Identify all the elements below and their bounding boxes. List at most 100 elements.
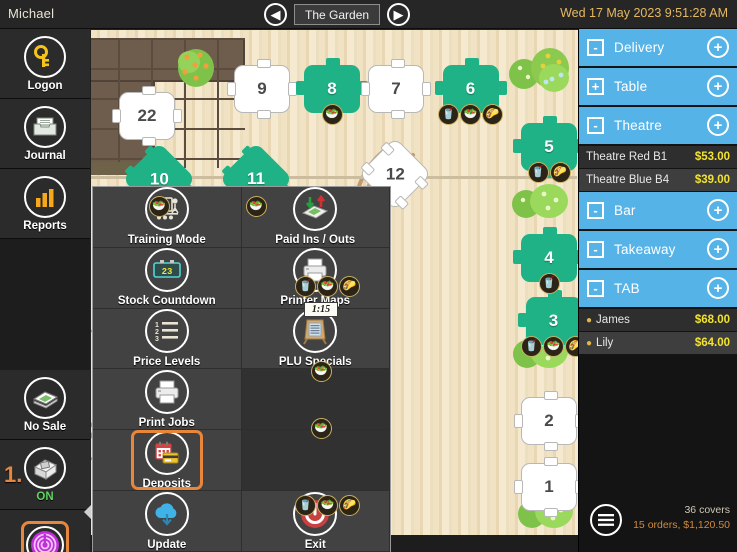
- plant-icon: [509, 48, 569, 92]
- table-number: 4: [544, 248, 554, 267]
- order-group-label: Takeaway: [614, 242, 676, 257]
- sidebar-item-label: ON: [36, 490, 54, 503]
- floor-table[interactable]: 8 🥗: [296, 58, 368, 125]
- table-chair: [414, 175, 429, 191]
- arrow-right-icon[interactable]: ▶: [387, 3, 411, 26]
- plate-meal-icon: 🌮: [339, 495, 360, 516]
- popup-item-update[interactable]: Update: [93, 491, 242, 552]
- expand-icon[interactable]: +: [587, 78, 604, 95]
- table-order-plates: 🥤 🌮: [527, 162, 571, 183]
- sidebar-item-label: Journal: [24, 149, 66, 162]
- sidebar-item-label: No Sale: [23, 420, 67, 433]
- add-order-button[interactable]: +: [707, 75, 729, 97]
- order-group-bar[interactable]: - Bar +: [579, 192, 737, 229]
- table-number: 2: [544, 411, 554, 430]
- collapse-icon[interactable]: -: [587, 280, 604, 297]
- current-area-label[interactable]: The Garden: [294, 4, 381, 25]
- order-group-delivery[interactable]: - Delivery +: [579, 29, 737, 66]
- order-group-tab[interactable]: - TAB +: [579, 270, 737, 307]
- order-row[interactable]: Theatre Red B1 $53.00: [579, 146, 737, 168]
- plant-icon: [512, 184, 568, 218]
- svg-text:23: 23: [161, 267, 172, 277]
- order-amount: $64.00: [694, 337, 730, 349]
- add-order-button[interactable]: +: [707, 114, 729, 136]
- table-chair: [497, 81, 507, 95]
- numbered-list-icon: 123: [144, 309, 189, 354]
- sidebar-item-reports[interactable]: Reports: [0, 169, 90, 239]
- add-order-button[interactable]: +: [707, 277, 729, 299]
- popup-item-stock-countdown[interactable]: 23 Stock Countdown: [93, 247, 242, 309]
- floor-table[interactable]: 1: [514, 457, 578, 517]
- table-shape: 1: [514, 457, 578, 517]
- popup-item-label: Stock Countdown: [117, 295, 216, 308]
- floor-table[interactable]: 3 🥤 🥗 🌮: [517, 290, 578, 357]
- order-row[interactable]: ● Lily $64.00: [579, 332, 737, 354]
- table-order-plates: 🥤 🥗 🌮: [438, 104, 503, 125]
- table-chair: [514, 414, 523, 428]
- floor-table[interactable]: 7: [361, 59, 431, 119]
- sidebar-item-journal[interactable]: Journal: [0, 99, 90, 169]
- plate-meal-icon: 🌮: [339, 276, 360, 297]
- floor-table[interactable]: 9: [227, 59, 297, 119]
- order-group-label: Table: [614, 79, 648, 94]
- order-row[interactable]: Theatre Blue B4 $39.00: [579, 169, 737, 191]
- order-row-left: ● James: [586, 314, 630, 326]
- floor-table[interactable]: 5 🥤 🌮: [513, 116, 578, 183]
- plate-salad-icon: 🥗: [310, 418, 332, 439]
- plate-salad-icon: 🥗: [245, 196, 267, 217]
- order-group-takeaway[interactable]: - Takeaway +: [579, 231, 737, 268]
- floor-table[interactable]: 4 🥤: [513, 227, 578, 294]
- order-row[interactable]: ● James $68.00: [579, 309, 737, 331]
- order-name: Lily: [596, 337, 614, 349]
- popup-item-print-jobs[interactable]: Print Jobs: [93, 369, 242, 431]
- logged-in-user: Michael: [8, 6, 55, 21]
- hamburger-menu-icon[interactable]: [590, 504, 622, 536]
- collapse-icon[interactable]: -: [587, 117, 604, 134]
- popup-item-label: Update: [147, 538, 187, 551]
- plate-drink-icon: 🥤: [295, 276, 316, 297]
- popup-item-deposits[interactable]: Deposits: [93, 430, 242, 492]
- popup-empty-cell: [241, 430, 390, 492]
- plate-drink-icon: 🥤: [538, 273, 560, 294]
- table-chair: [544, 508, 558, 517]
- table-chair: [544, 457, 558, 466]
- table-chair: [391, 110, 405, 119]
- order-amount: $68.00: [694, 314, 730, 326]
- collapse-icon[interactable]: -: [587, 241, 604, 258]
- table-number: 12: [385, 163, 405, 183]
- popup-item-label: Paid Ins / Outs: [275, 234, 356, 247]
- add-order-button[interactable]: +: [707, 238, 729, 260]
- floor-table[interactable]: 22: [112, 86, 182, 146]
- table-order-plates: 🥗: [148, 196, 170, 217]
- sidebar-item-label: Logon: [27, 79, 63, 92]
- plate-salad-icon: 🥗: [317, 276, 338, 297]
- popup-item-price-levels[interactable]: 1 2 3 Price Levels: [93, 308, 242, 370]
- orders-total: 15 orders, $1,120.50: [633, 519, 730, 531]
- order-group-table[interactable]: + Table +: [579, 68, 737, 105]
- table-number: 3: [548, 311, 559, 330]
- sidebar-item-logon[interactable]: Logon: [0, 29, 90, 99]
- collapse-icon[interactable]: -: [587, 202, 604, 219]
- arrow-left-icon[interactable]: ◀: [264, 3, 287, 26]
- order-group-label: Delivery: [614, 40, 665, 55]
- plate-drink-icon: 🥤: [295, 495, 316, 516]
- order-row-left: Theatre Red B1: [586, 151, 667, 163]
- collapse-icon[interactable]: -: [587, 39, 604, 56]
- order-group-theatre[interactable]: - Theatre +: [579, 107, 737, 144]
- order-row-left: Theatre Blue B4: [586, 174, 669, 186]
- plate-salad-icon: 🥗: [148, 196, 170, 217]
- table-chair: [296, 81, 305, 95]
- sidebar-item-fingerprint[interactable]: [0, 510, 90, 552]
- add-order-button[interactable]: +: [707, 199, 729, 221]
- counter-23-icon: 23: [144, 248, 189, 293]
- plate-drink-icon: 🥤: [438, 104, 459, 125]
- add-order-button[interactable]: +: [707, 36, 729, 58]
- covers-count: 36 covers: [684, 504, 730, 516]
- right-sidebar-footer: 36 covers 15 orders, $1,120.50: [579, 490, 737, 552]
- table-order-plates: 🥗: [310, 361, 332, 382]
- bar-chart-icon: [24, 175, 66, 218]
- floor-table[interactable]: 2: [514, 391, 578, 451]
- sidebar-item-no-sale[interactable]: No Sale: [0, 370, 90, 440]
- floor-table[interactable]: 6 🥤 🥗 🌮: [434, 58, 507, 125]
- table-order-plates: 🥤 🥗 🌮: [295, 276, 360, 297]
